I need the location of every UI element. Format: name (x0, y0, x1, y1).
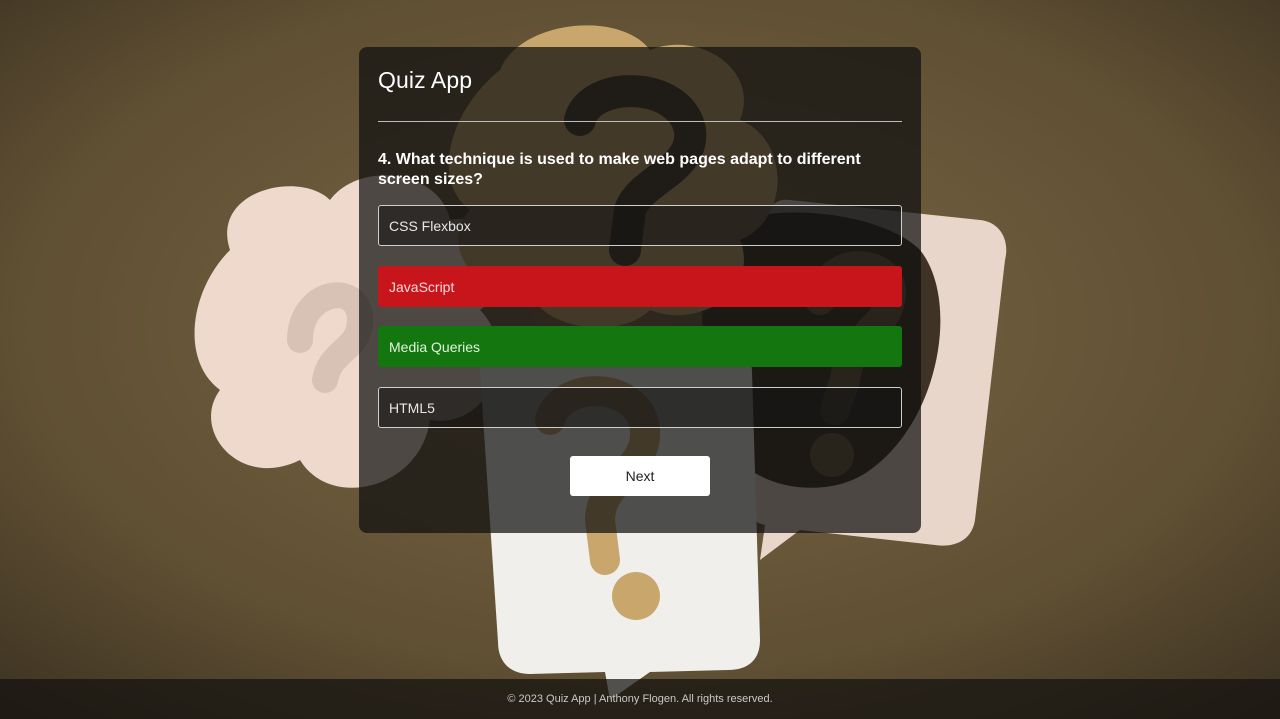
quiz-card: Quiz App 4. What technique is used to ma… (359, 47, 921, 533)
answer-option-1[interactable]: CSS Flexbox (378, 205, 902, 246)
app-title: Quiz App (378, 67, 473, 93)
footer: © 2023 Quiz App | Anthony Flogen. All ri… (0, 679, 1280, 719)
title-divider (378, 121, 902, 122)
answer-option-2-wrong[interactable]: JavaScript (378, 266, 902, 307)
next-button[interactable]: Next (570, 456, 710, 496)
question-text: 4. What technique is used to make web pa… (378, 151, 861, 188)
copyright-text: © 2023 Quiz App | Anthony Flogen. All ri… (507, 693, 773, 705)
answer-option-3-correct[interactable]: Media Queries (378, 326, 902, 367)
answer-option-4[interactable]: HTML5 (378, 387, 902, 428)
